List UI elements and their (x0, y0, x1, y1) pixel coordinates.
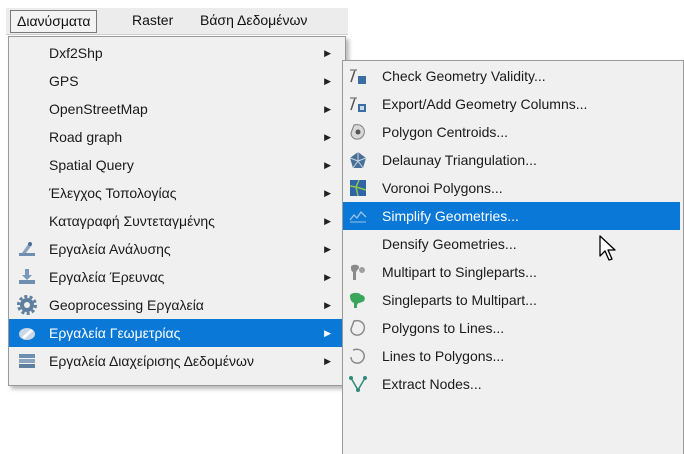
submenu-item-multipart-to-singleparts[interactable]: Multipart to Singleparts... (343, 258, 683, 286)
submenu-item-label: Lines to Polygons... (382, 348, 505, 364)
menu-item-label: Καταγραφή Συντεταγμένης (49, 213, 215, 229)
geoprocessing-gear-icon (17, 295, 37, 315)
submenu-item-polygon-centroids[interactable]: Polygon Centroids... (343, 118, 683, 146)
menu-item-label: Εργαλεία Διαχείρισης Δεδομένων (49, 353, 254, 369)
submenu-item-export-add-geometry-columns[interactable]: Export/Add Geometry Columns... (343, 90, 683, 118)
menu-item-label: Εργαλεία Γεωμετρίας (49, 325, 181, 341)
delaunay-icon (348, 150, 368, 170)
submenu-item-polygons-to-lines[interactable]: Polygons to Lines... (343, 314, 683, 342)
submenu-item-label: Polygon Centroids... (382, 124, 509, 140)
menu-item-geometry-tools[interactable]: Εργαλεία Γεωμετρίας ▶ (9, 319, 345, 347)
menu-item-label: Road graph (49, 129, 123, 145)
menu-item-label: GPS (49, 73, 79, 89)
geometry-tools-icon (17, 323, 37, 343)
singleparts-to-multipart-icon (348, 290, 368, 310)
menu-item-data-management-tools[interactable]: Εργαλεία Διαχείρισης Δεδομένων ▶ (9, 347, 345, 375)
data-management-icon (17, 351, 37, 371)
mouse-cursor-icon (599, 235, 616, 261)
submenu-item-label: Extract Nodes... (382, 376, 482, 392)
menubar-vector[interactable]: Διανύσματα (10, 10, 98, 33)
menu-item-gps[interactable]: GPS ▶ (9, 67, 345, 95)
menu-item-openstreetmap[interactable]: OpenStreetMap ▶ (9, 95, 345, 123)
submenu-item-label: Delaunay Triangulation... (382, 152, 537, 168)
menu-item-spatial-query[interactable]: Spatial Query ▶ (9, 151, 345, 179)
menubar-database[interactable]: Βάση Δεδομένων (194, 10, 313, 31)
export-geometry-columns-icon (348, 94, 368, 114)
menu-item-label: Εργαλεία Ανάλυσης (49, 241, 171, 257)
menu-item-research-tools[interactable]: Εργαλεία Έρευνας ▶ (9, 263, 345, 291)
submenu-arrow-icon: ▶ (324, 328, 331, 338)
submenu-arrow-icon: ▶ (324, 244, 331, 254)
submenu-arrow-icon: ▶ (324, 216, 331, 226)
menu-bar: Διανύσματα Raster Βάση Δεδομένων (6, 8, 348, 35)
submenu-item-simplify-geometries[interactable]: Simplify Geometries... (343, 202, 680, 230)
menu-item-road-graph[interactable]: Road graph ▶ (9, 123, 345, 151)
menu-item-dxf2shp[interactable]: Dxf2Shp ▶ (9, 39, 345, 67)
submenu-arrow-icon: ▶ (324, 104, 331, 114)
submenu-item-voronoi-polygons[interactable]: Voronoi Polygons... (343, 174, 683, 202)
submenu-item-label: Singleparts to Multipart... (382, 292, 537, 308)
menu-item-label: OpenStreetMap (49, 101, 148, 117)
menu-item-label: Geoprocessing Εργαλεία (49, 297, 204, 313)
submenu-arrow-icon: ▶ (324, 48, 331, 58)
vector-menu: Dxf2Shp ▶ GPS ▶ OpenStreetMap ▶ Road gra… (8, 36, 346, 386)
lines-to-polygons-icon (348, 346, 368, 366)
submenu-item-label: Simplify Geometries... (382, 208, 519, 224)
menu-item-label: Spatial Query (49, 157, 134, 173)
multipart-to-singleparts-icon (348, 262, 368, 282)
submenu-item-label: Multipart to Singleparts... (382, 264, 537, 280)
voronoi-icon (348, 178, 368, 198)
submenu-item-label: Voronoi Polygons... (382, 180, 503, 196)
submenu-item-densify-geometries[interactable]: Densify Geometries... (343, 230, 683, 258)
submenu-item-check-geometry-validity[interactable]: Check Geometry Validity... (343, 62, 683, 90)
simplify-icon (348, 206, 368, 226)
submenu-arrow-icon: ▶ (324, 76, 331, 86)
check-geometry-icon (348, 66, 368, 86)
submenu-item-lines-to-polygons[interactable]: Lines to Polygons... (343, 342, 683, 370)
submenu-arrow-icon: ▶ (324, 272, 331, 282)
menu-item-topology-checker[interactable]: Έλεγχος Τοπολογίας ▶ (9, 179, 345, 207)
submenu-item-singleparts-to-multipart[interactable]: Singleparts to Multipart... (343, 286, 683, 314)
submenu-item-label: Export/Add Geometry Columns... (382, 96, 588, 112)
submenu-item-label: Densify Geometries... (382, 236, 517, 252)
submenu-arrow-icon: ▶ (324, 160, 331, 170)
submenu-arrow-icon: ▶ (324, 188, 331, 198)
submenu-arrow-icon: ▶ (324, 300, 331, 310)
menu-item-label: Έλεγχος Τοπολογίας (49, 185, 177, 201)
submenu-arrow-icon: ▶ (324, 356, 331, 366)
extract-nodes-icon (348, 374, 368, 394)
submenu-item-label: Check Geometry Validity... (382, 68, 546, 84)
research-tools-icon (17, 267, 37, 287)
menu-item-coordinate-capture[interactable]: Καταγραφή Συντεταγμένης ▶ (9, 207, 345, 235)
polygon-centroids-icon (348, 122, 368, 142)
submenu-item-extract-nodes[interactable]: Extract Nodes... (343, 370, 683, 398)
menu-item-label: Εργαλεία Έρευνας (49, 269, 165, 285)
menu-item-geoprocessing-tools[interactable]: Geoprocessing Εργαλεία ▶ (9, 291, 345, 319)
menu-item-label: Dxf2Shp (49, 45, 103, 61)
menubar-raster[interactable]: Raster (126, 10, 179, 31)
analysis-tools-icon (17, 239, 37, 259)
submenu-item-label: Polygons to Lines... (382, 320, 505, 336)
geometry-tools-submenu: Check Geometry Validity... Export/Add Ge… (342, 60, 684, 454)
submenu-arrow-icon: ▶ (324, 132, 331, 142)
polygons-to-lines-icon (348, 318, 368, 338)
menu-item-analysis-tools[interactable]: Εργαλεία Ανάλυσης ▶ (9, 235, 345, 263)
submenu-item-delaunay-triangulation[interactable]: Delaunay Triangulation... (343, 146, 683, 174)
